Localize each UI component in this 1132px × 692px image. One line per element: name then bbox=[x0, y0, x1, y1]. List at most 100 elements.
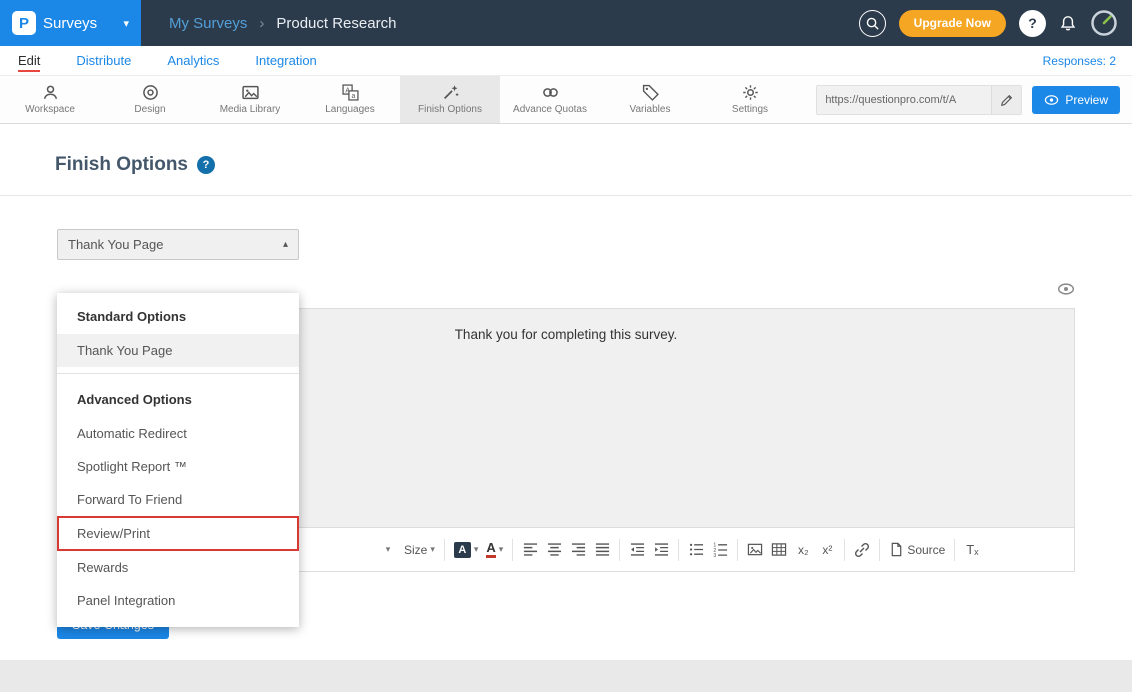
finish-options-page: Finish Options ? Thank You Page ▴ Standa… bbox=[0, 124, 1132, 660]
align-center-button[interactable] bbox=[542, 537, 566, 563]
topbar-actions: Upgrade Now ? bbox=[859, 9, 1132, 37]
tab-analytics[interactable]: Analytics bbox=[167, 46, 219, 75]
ribbon-item-variables[interactable]: Variables bbox=[600, 76, 700, 123]
section-tabs: Edit Distribute Analytics Integration Re… bbox=[0, 46, 1132, 76]
remove-format-button[interactable]: Tₓ bbox=[960, 537, 984, 563]
notifications-button[interactable] bbox=[1059, 15, 1077, 32]
table-icon bbox=[771, 542, 787, 557]
caret-down-icon: ▾ bbox=[499, 544, 504, 555]
preview-button[interactable]: Preview bbox=[1032, 86, 1120, 114]
edit-url-button[interactable] bbox=[991, 86, 1021, 114]
toolbar-separator bbox=[678, 539, 679, 561]
insert-table-button[interactable] bbox=[767, 537, 791, 563]
toolbar-separator bbox=[954, 539, 955, 561]
indent-icon bbox=[654, 542, 669, 557]
source-document-icon bbox=[889, 542, 904, 557]
breadcrumb-separator: › bbox=[259, 15, 264, 32]
help-button[interactable]: ? bbox=[1019, 10, 1046, 37]
dropdown-item-spotlight-report[interactable]: Spotlight Report ™ bbox=[57, 450, 299, 483]
ribbon-item-languages[interactable]: Aa Languages bbox=[300, 76, 400, 123]
bulleted-list-button[interactable] bbox=[684, 537, 708, 563]
design-icon bbox=[142, 84, 159, 101]
align-left-button[interactable] bbox=[518, 537, 542, 563]
pencil-icon bbox=[1000, 93, 1014, 107]
align-justify-button[interactable] bbox=[590, 537, 614, 563]
ribbon-item-settings[interactable]: Settings bbox=[700, 76, 800, 123]
dropdown-item-automatic-redirect[interactable]: Automatic Redirect bbox=[57, 417, 299, 450]
search-button[interactable] bbox=[859, 10, 886, 37]
product-name: Surveys bbox=[43, 15, 97, 32]
link-icon bbox=[854, 542, 870, 558]
finish-options-icon bbox=[442, 84, 459, 101]
align-right-button[interactable] bbox=[566, 537, 590, 563]
bell-icon bbox=[1059, 15, 1077, 32]
media-library-icon bbox=[242, 84, 259, 101]
finish-option-selected-value: Thank You Page bbox=[68, 237, 163, 252]
breadcrumb: My Surveys › Product Research bbox=[169, 15, 396, 32]
background-color-button[interactable]: A ▾ bbox=[450, 537, 483, 563]
responses-count[interactable]: Responses: 2 bbox=[1043, 54, 1116, 68]
increase-indent-button[interactable] bbox=[649, 537, 673, 563]
dropdown-item-thank-you-page[interactable]: Thank You Page bbox=[57, 334, 299, 367]
tab-integration[interactable]: Integration bbox=[255, 46, 316, 75]
top-bar: P Surveys ▾ My Surveys › Product Researc… bbox=[0, 0, 1132, 46]
ribbon-item-finish-options[interactable]: Finish Options bbox=[400, 76, 500, 123]
logo-letter: P bbox=[19, 15, 29, 32]
page-head: Finish Options ? bbox=[0, 124, 1132, 195]
upgrade-now-button[interactable]: Upgrade Now bbox=[899, 10, 1006, 37]
workspace-icon bbox=[42, 84, 59, 101]
font-size-dropdown[interactable]: Size ▾ bbox=[400, 537, 439, 563]
subscript-button[interactable]: x₂ bbox=[791, 537, 815, 563]
chevron-down-icon: ▾ bbox=[123, 17, 129, 30]
align-right-icon bbox=[571, 542, 586, 557]
paragraph-format-dropdown[interactable]: ▾ bbox=[376, 537, 400, 563]
ribbon-item-media-library[interactable]: Media Library bbox=[200, 76, 300, 123]
ribbon-item-workspace[interactable]: Workspace bbox=[0, 76, 100, 123]
caret-down-icon: ▾ bbox=[474, 544, 479, 555]
ribbon-item-design[interactable]: Design bbox=[100, 76, 200, 123]
questionpro-logo: P bbox=[12, 11, 36, 35]
eye-icon bbox=[1057, 282, 1075, 296]
toolbar-separator bbox=[619, 539, 620, 561]
numbered-list-button[interactable]: 123 bbox=[708, 537, 732, 563]
decrease-indent-button[interactable] bbox=[625, 537, 649, 563]
background-color-icon: A bbox=[454, 542, 471, 558]
question-mark-icon: ? bbox=[1028, 15, 1037, 31]
tab-distribute[interactable]: Distribute bbox=[76, 46, 131, 75]
insert-link-button[interactable] bbox=[850, 537, 874, 563]
finish-option-select[interactable]: Thank You Page ▴ bbox=[57, 229, 299, 260]
page-title: Finish Options bbox=[55, 154, 188, 176]
survey-url-box bbox=[816, 85, 1022, 115]
toolbar-separator bbox=[844, 539, 845, 561]
align-justify-icon bbox=[595, 542, 610, 557]
insert-image-button[interactable] bbox=[743, 537, 767, 563]
finish-options-editor-section: Thank You Page ▴ Standard Options Thank … bbox=[0, 229, 1132, 639]
dropdown-group-standard: Standard Options bbox=[57, 297, 299, 334]
eye-icon bbox=[1044, 94, 1059, 106]
toolbar-separator bbox=[737, 539, 738, 561]
superscript-button[interactable]: x² bbox=[815, 537, 839, 563]
dropdown-item-review-print[interactable]: Review/Print bbox=[57, 516, 299, 551]
page-help-button[interactable]: ? bbox=[197, 156, 215, 174]
dropdown-item-panel-integration[interactable]: Panel Integration bbox=[57, 584, 299, 617]
finish-option-dropdown-menu: Standard Options Thank You Page Advanced… bbox=[57, 293, 299, 627]
preview-thank-you-button[interactable] bbox=[1057, 282, 1075, 298]
ribbon-item-advance-quotas[interactable]: Advance Quotas bbox=[500, 76, 600, 123]
product-switcher[interactable]: P Surveys ▾ bbox=[0, 0, 141, 46]
breadcrumb-my-surveys[interactable]: My Surveys bbox=[169, 15, 247, 32]
caret-down-icon: ▾ bbox=[386, 544, 391, 555]
subscript-icon: x₂ bbox=[798, 543, 809, 557]
survey-url-input[interactable] bbox=[817, 94, 991, 106]
align-center-icon bbox=[547, 542, 562, 557]
svg-text:3: 3 bbox=[713, 553, 716, 557]
text-color-button[interactable]: A ▾ bbox=[482, 537, 507, 563]
survey-health-button[interactable] bbox=[1090, 9, 1118, 37]
dropdown-item-forward-to-friend[interactable]: Forward To Friend bbox=[57, 483, 299, 516]
caret-down-icon: ▾ bbox=[430, 544, 435, 555]
toolbar-separator bbox=[512, 539, 513, 561]
tab-edit[interactable]: Edit bbox=[18, 46, 40, 75]
source-button[interactable]: Source bbox=[885, 537, 949, 563]
dropdown-item-rewards[interactable]: Rewards bbox=[57, 551, 299, 584]
svg-text:a: a bbox=[351, 93, 355, 100]
edit-ribbon: Workspace Design Media Library Aa Langua… bbox=[0, 76, 1132, 124]
